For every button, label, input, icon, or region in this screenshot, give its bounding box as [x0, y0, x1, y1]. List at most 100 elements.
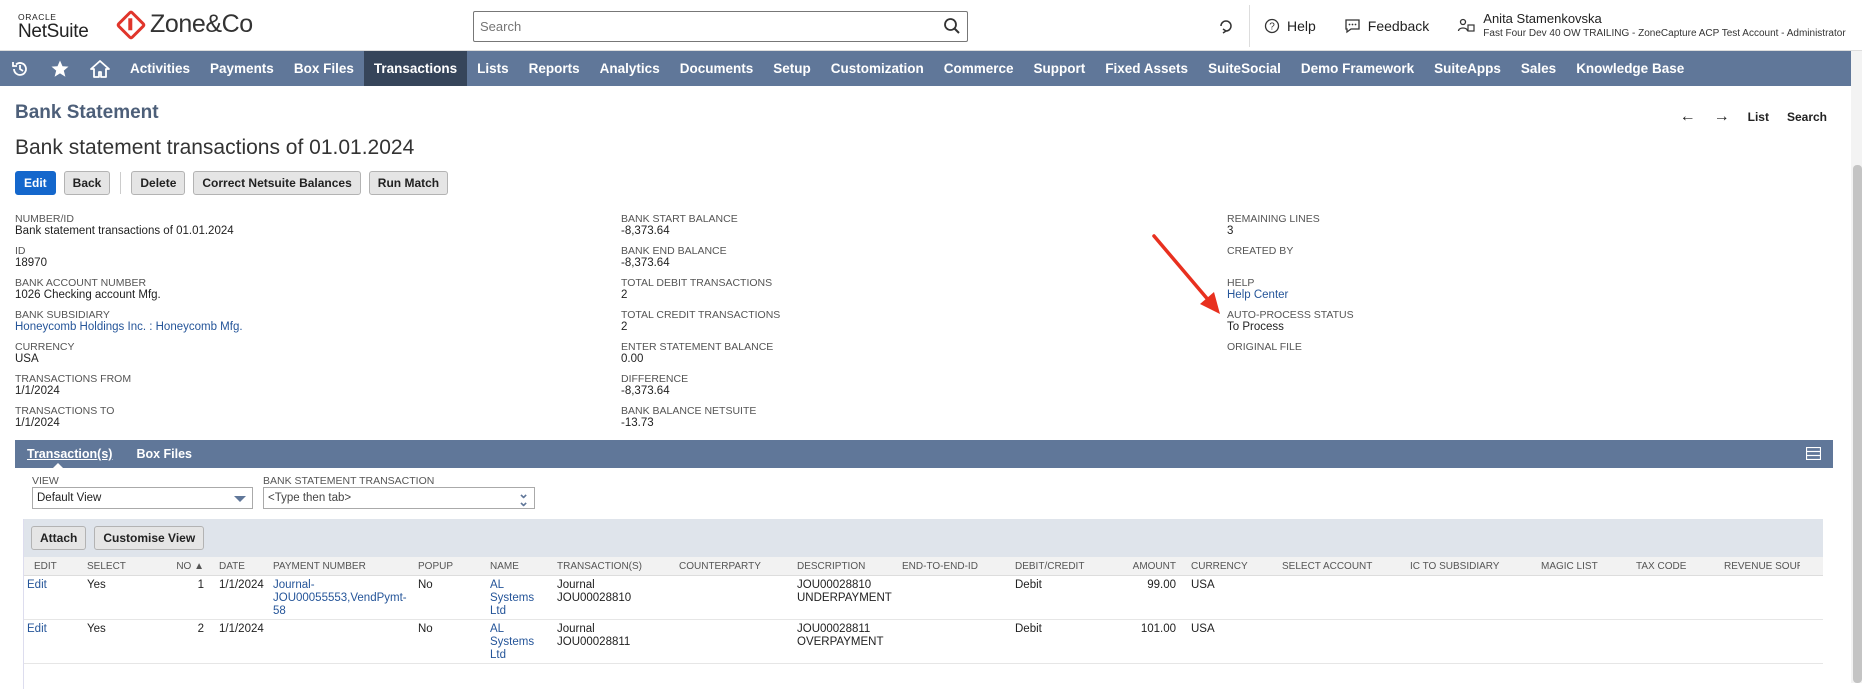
nav-recent-history[interactable]	[0, 51, 40, 86]
transactions-cell: Journal JOU00028810	[557, 579, 632, 604]
column-header[interactable]: END-TO-END-ID	[899, 561, 1012, 572]
field-label: AUTO-PROCESS STATUS	[1227, 309, 1354, 321]
tab-transactions[interactable]: Transaction(s)	[15, 440, 124, 468]
help-label: Help	[1287, 17, 1316, 34]
field-bank-subsidiary: BANK SUBSIDIARY Honeycomb Holdings Inc. :…	[15, 309, 243, 341]
no-cell: 1	[197, 579, 204, 591]
nav-documents[interactable]: Documents	[670, 51, 764, 86]
column-header[interactable]: EDIT	[24, 561, 84, 572]
nav-suitesocial[interactable]: SuiteSocial	[1198, 51, 1291, 86]
field-value: -8,373.64	[621, 385, 670, 397]
previous-record-icon[interactable]: ←	[1680, 108, 1696, 126]
payment-number-link[interactable]	[270, 623, 415, 663]
nav-customization[interactable]: Customization	[821, 51, 934, 86]
field-label: BANK SUBSIDIARY	[15, 309, 110, 321]
customise-view-button[interactable]: Customise View	[94, 526, 205, 550]
nav-home[interactable]	[80, 51, 120, 86]
chevron-down-icon	[234, 496, 246, 502]
column-header[interactable]: POPUP	[415, 561, 487, 572]
sublist-menu-icon[interactable]	[1806, 447, 1821, 460]
field-total-credit: TOTAL CREDIT TRANSACTIONS 2	[621, 309, 780, 341]
nav-demo-framework[interactable]: Demo Framework	[1291, 51, 1424, 86]
column-header[interactable]: AMOUNT	[1117, 561, 1179, 572]
no-cell: 2	[197, 623, 204, 635]
edit-button[interactable]: Edit	[15, 171, 56, 195]
amount-cell: 99.00	[1147, 579, 1176, 591]
nav-favorites[interactable]	[40, 51, 80, 86]
attach-button[interactable]: Attach	[31, 526, 87, 550]
column-header[interactable]: IC TO SUBSIDIARY	[1407, 561, 1538, 572]
record-view: Bank Statement Bank statement transactio…	[0, 87, 1862, 689]
field-currency: CURRENCY USA	[15, 341, 243, 373]
column-header[interactable]: COUNTERPARTY	[676, 561, 794, 572]
feedback-button[interactable]: Feedback	[1330, 18, 1443, 34]
run-match-button[interactable]: Run Match	[368, 171, 449, 195]
nav-commerce[interactable]: Commerce	[934, 51, 1024, 86]
bank-subsidiary-link[interactable]: Honeycomb Holdings Inc. : Honeycomb Mfg.	[15, 321, 243, 334]
column-header[interactable]: NAME	[487, 561, 554, 572]
name-link[interactable]: AL Systems Ltd	[487, 623, 554, 663]
column-header[interactable]: PAYMENT NUMBER	[270, 561, 415, 572]
feedback-label: Feedback	[1367, 17, 1430, 34]
field-value: 18970	[15, 257, 47, 269]
help-button[interactable]: ? Help	[1250, 18, 1330, 34]
field-value: To Process	[1227, 321, 1284, 333]
nav-support[interactable]: Support	[1024, 51, 1096, 86]
amount-cell: 101.00	[1140, 623, 1176, 635]
next-record-icon[interactable]: →	[1714, 108, 1730, 126]
nav-analytics[interactable]: Analytics	[590, 51, 670, 86]
column-header[interactable]: TAX CODE	[1633, 561, 1721, 572]
nav-setup[interactable]: Setup	[763, 51, 821, 86]
list-link[interactable]: List	[1748, 110, 1769, 124]
description-cell: JOU00028810 UNDERPAYMENT	[797, 579, 892, 604]
column-header[interactable]: DATE	[207, 561, 270, 572]
column-header[interactable]: REVENUE SOURCE	[1721, 561, 1800, 572]
nav-box-files[interactable]: Box Files	[284, 51, 364, 86]
search-input[interactable]	[474, 12, 924, 41]
tab-box-files[interactable]: Box Files	[124, 440, 204, 468]
nav-payments[interactable]: Payments	[200, 51, 284, 86]
field-label: BANK START BALANCE	[621, 213, 738, 225]
correct-netsuite-balances-button[interactable]: Correct Netsuite Balances	[193, 171, 361, 195]
back-button[interactable]: Back	[63, 171, 111, 195]
delete-button[interactable]: Delete	[131, 171, 186, 195]
nav-transactions[interactable]: Transactions	[363, 51, 468, 86]
field-transactions-to: TRANSACTIONS TO 1/1/2024	[15, 405, 243, 437]
payment-number-link[interactable]: Journal- JOU00055553,VendPymt- 58	[270, 579, 415, 619]
oracle-netsuite-logo[interactable]: ORACLE NetSuite	[18, 12, 96, 42]
search-link[interactable]: Search	[1787, 110, 1827, 124]
name-link[interactable]: AL Systems Ltd	[487, 579, 554, 619]
field-value: 3	[1227, 225, 1234, 237]
column-header[interactable]: DEBIT/CREDIT	[1012, 561, 1117, 572]
nav-sales[interactable]: Sales	[1511, 51, 1566, 86]
column-header[interactable]: SELECT ACCOUNT	[1279, 561, 1407, 572]
double-chevron-down-icon[interactable]: ⌄ ⌄	[518, 487, 529, 508]
column-header[interactable]: CURRENCY	[1179, 561, 1279, 572]
field-value: -8,373.64	[621, 257, 670, 269]
column-header[interactable]: SELECT	[84, 561, 160, 572]
nav-lists[interactable]: Lists	[467, 51, 519, 86]
table-row[interactable]: Edit Yes 1 1/1/2024 Journal- JOU00055553…	[24, 576, 1823, 620]
bank-statement-transaction-input[interactable]: <Type then tab> ⌄ ⌄	[263, 487, 535, 509]
nav-knowledge-base[interactable]: Knowledge Base	[1566, 51, 1694, 86]
column-header[interactable]: DESCRIPTION	[794, 561, 899, 572]
nav-fixed-assets[interactable]: Fixed Assets	[1095, 51, 1198, 86]
help-center-link[interactable]: Help Center	[1227, 289, 1354, 302]
nav-activities[interactable]: Activities	[120, 51, 200, 86]
user-menu[interactable]: Anita Stamenkovska Fast Four Dev 40 OW T…	[1443, 10, 1846, 41]
search-icon[interactable]	[943, 17, 961, 35]
nav-suiteapps[interactable]: SuiteApps	[1424, 51, 1511, 86]
table-row[interactable]: Edit Yes 2 1/1/2024 No AL Systems Ltd Jo…	[24, 620, 1823, 664]
column-header[interactable]: MAGIC LIST	[1538, 561, 1633, 572]
column-header[interactable]: NO ▲	[160, 561, 207, 572]
nav-reports[interactable]: Reports	[519, 51, 590, 86]
view-select[interactable]: Default View	[32, 487, 253, 509]
field-label: CURRENCY	[15, 341, 75, 353]
edit-row-link[interactable]: Edit	[24, 579, 84, 619]
edit-row-link[interactable]: Edit	[24, 623, 84, 663]
global-search[interactable]	[473, 11, 968, 42]
currency-cell: USA	[1191, 623, 1215, 635]
column-header[interactable]: TRANSACTION(S)	[554, 561, 676, 572]
popup-cell: No	[418, 579, 433, 591]
recent-records-button[interactable]	[1203, 17, 1249, 35]
